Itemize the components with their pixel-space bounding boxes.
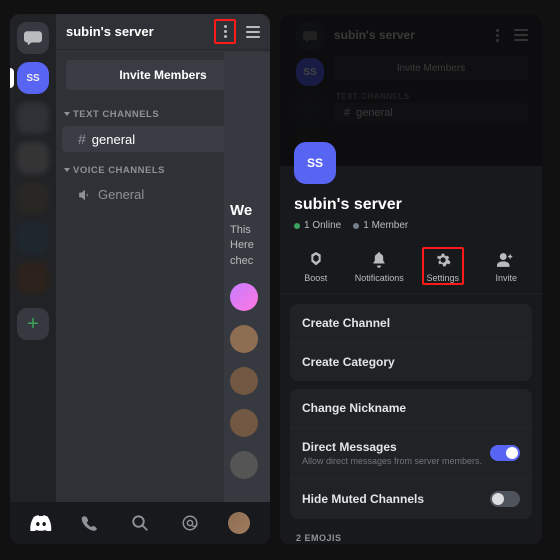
message-avatar [230,451,258,479]
welcome-title: We [230,202,264,219]
menu-list: Create Channel Create Category Change Ni… [280,294,542,523]
server-avatar-dim: SS [296,58,324,86]
settings-button[interactable]: Settings [416,251,470,283]
invite-icon [497,251,515,269]
boost-icon [309,251,323,269]
server-header[interactable]: subin's server [56,14,270,50]
server-menu-button[interactable] [214,19,236,44]
server-settings-sheet-screen: SS subin's server Invite Members [280,14,542,544]
add-server-button[interactable]: + [17,308,49,340]
server-icon: SS [294,142,336,184]
hide-muted-item[interactable]: Hide Muted Channels [290,478,532,519]
direct-messages-button[interactable] [17,22,49,54]
bell-icon [372,251,386,269]
nav-friends[interactable] [70,515,110,531]
invite-button[interactable]: Invite [479,251,533,283]
dm-toggle[interactable] [490,445,520,461]
nav-mentions[interactable] [170,514,210,532]
nav-search[interactable] [120,514,160,532]
message-avatar [230,409,258,437]
nav-home[interactable] [21,515,61,531]
kebab-icon [218,25,232,38]
mention-icon [181,514,199,532]
avatar [228,512,250,534]
action-row: Boost Notifications Settings [280,243,542,294]
guild-selection-indicator [10,68,14,88]
direct-messages-item[interactable]: Direct Messages Allow direct messages fr… [290,427,532,478]
server-name-label: subin's server [66,24,154,39]
cat-text-dim: TEXT CHANNELS [330,86,532,103]
boost-button[interactable]: Boost [289,251,343,283]
channel-content-sliver: We This Here chec [224,52,270,502]
message-avatar [230,325,258,353]
sheet-server-name: subin's server [294,196,528,214]
server-action-sheet: SS subin's server 1 Online 1 Member Boos… [280,166,542,544]
burger-icon-dim [514,29,528,42]
chevron-down-icon [64,168,70,172]
emojis-section-label: 2 EMOJIS [280,523,542,543]
discord-logo-icon [30,515,52,531]
message-avatar [230,367,258,395]
create-category-item[interactable]: Create Category [290,342,532,381]
member-list-button[interactable] [246,26,260,38]
server-avatar[interactable] [17,222,49,254]
chat-bubble-icon [24,31,42,45]
chevron-down-icon [64,112,70,116]
hash-icon: # [78,131,86,147]
guild-bar: SS + [10,14,56,544]
hide-muted-toggle[interactable] [490,491,520,507]
server-avatar-selected[interactable]: SS [17,62,49,94]
server-avatar[interactable] [17,102,49,134]
bottom-nav [10,502,270,544]
server-stats: 1 Online 1 Member [294,220,528,231]
kebab-icon-dim [490,29,504,42]
server-avatar[interactable] [17,262,49,294]
server-name-dim: subin's server [334,28,415,42]
chan-general-dim: #general [334,103,528,123]
change-nickname-item[interactable]: Change Nickname [290,389,532,427]
nav-profile[interactable] [219,512,259,534]
speaker-icon [78,189,92,201]
server-avatar[interactable] [17,142,49,174]
discord-channel-list-screen: SS + subin's server Invite Members [10,14,270,544]
server-avatar-dim [296,94,324,122]
member-dot-icon [353,223,359,229]
gear-icon [435,251,451,269]
online-dot-icon [294,223,300,229]
message-avatar [230,283,258,311]
dm-button-dim [296,22,324,50]
invite-button-dim: Invite Members [334,56,528,80]
create-channel-item[interactable]: Create Channel [290,304,532,342]
notifications-button[interactable]: Notifications [352,251,406,283]
search-icon [131,514,149,532]
welcome-subtext: This Here chec [230,223,264,269]
server-avatar[interactable] [17,182,49,214]
phone-icon [81,515,99,531]
